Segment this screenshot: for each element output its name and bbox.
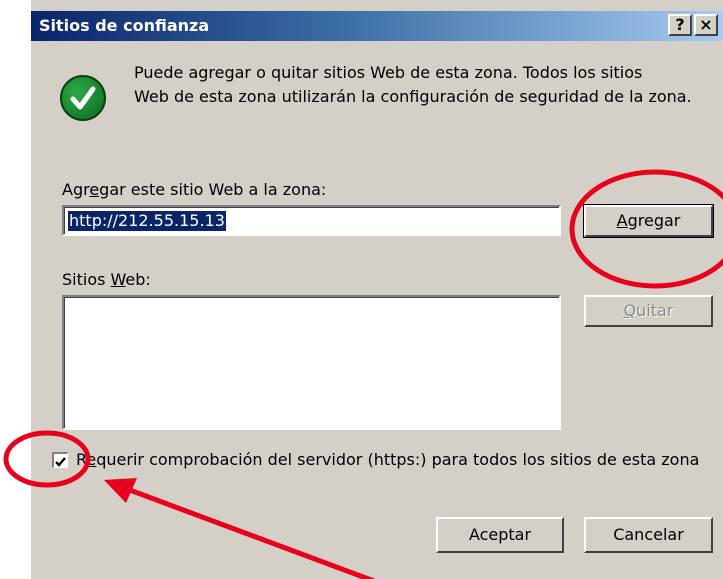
highlight-circle-checkbox [3, 430, 91, 488]
annotation-arrow-line [126, 486, 376, 579]
highlight-circle-add-button [569, 169, 723, 289]
annotation-overlay [3, 169, 723, 579]
